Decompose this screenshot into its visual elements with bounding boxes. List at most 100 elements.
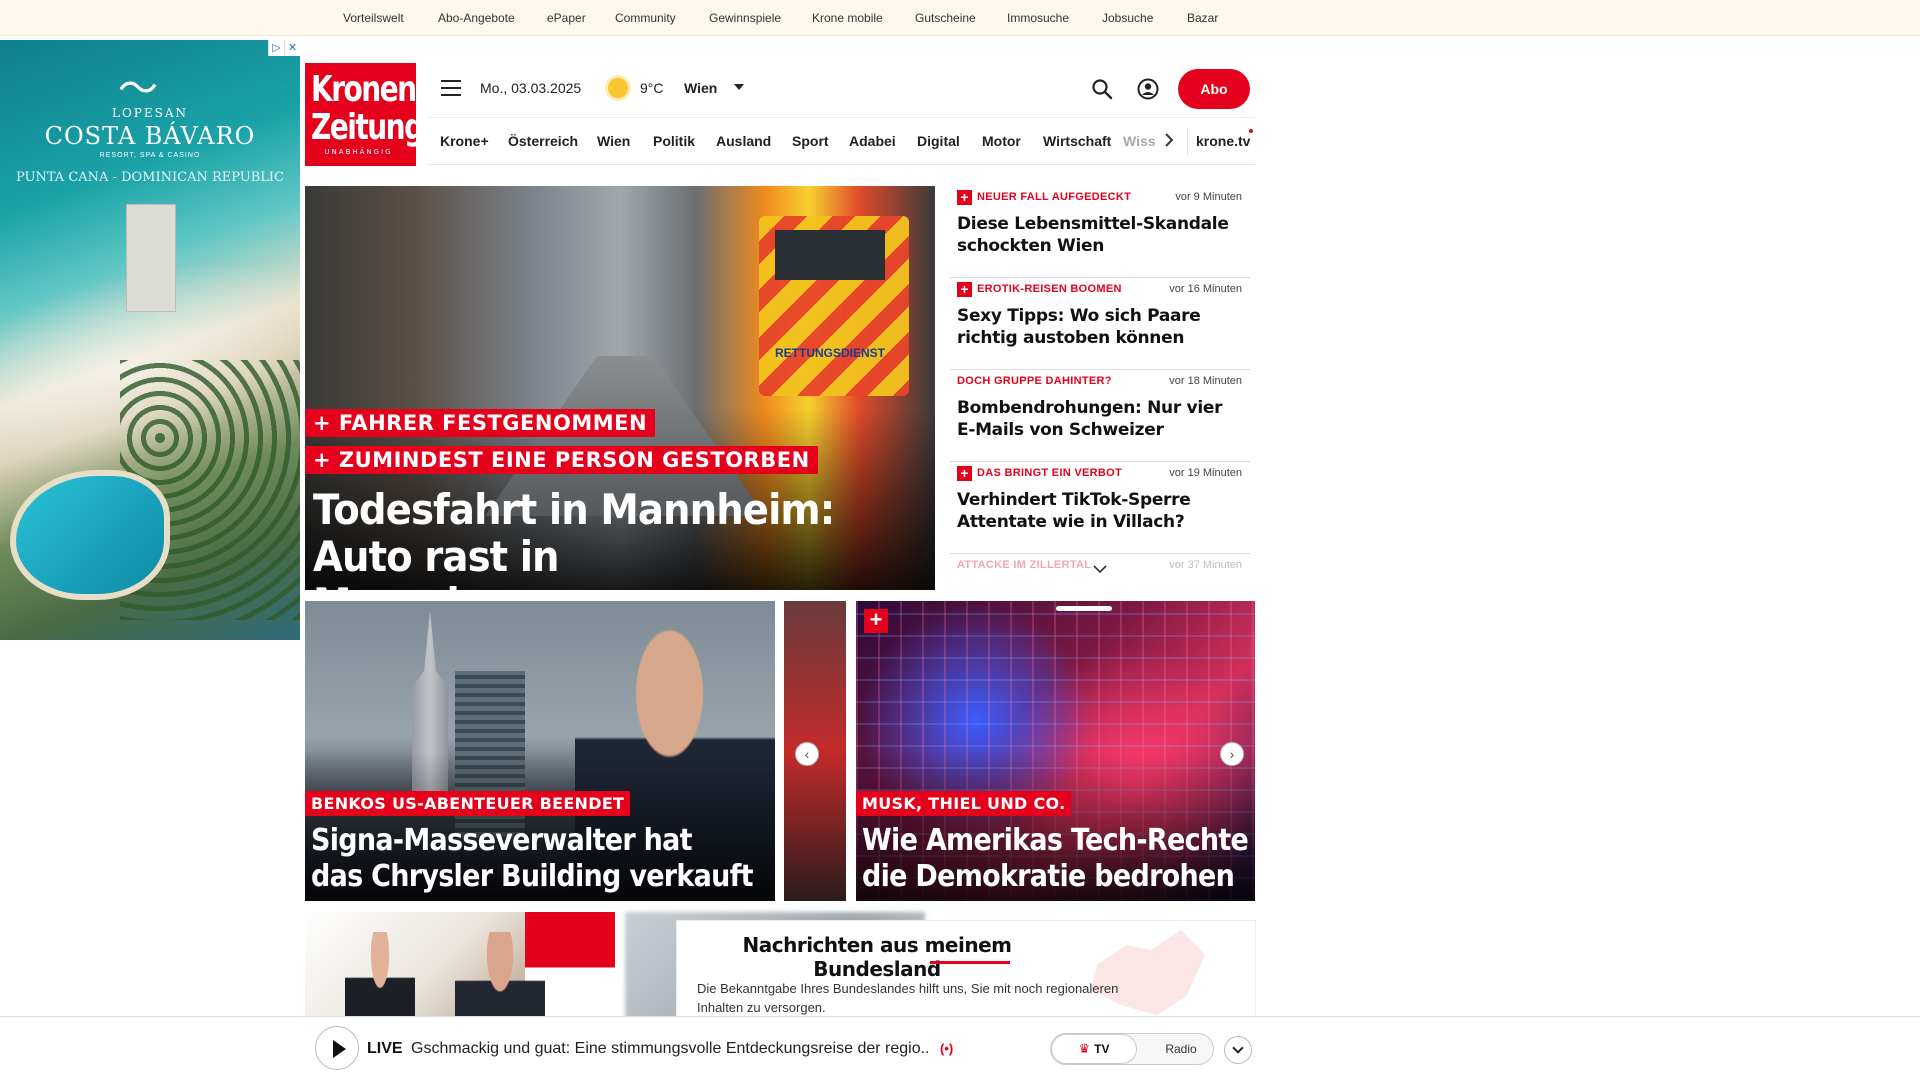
service-link-jobsuche[interactable]: Jobsuche [1102, 11, 1153, 25]
current-date: Mo., 03.03.2025 [480, 80, 582, 96]
user-icon[interactable] [1137, 78, 1159, 100]
logo-line2: Zeitung [311, 107, 424, 148]
adchoices-icon[interactable]: ▷ [268, 40, 284, 56]
play-icon [333, 1040, 346, 1058]
radio-toggle[interactable]: Radio [1151, 1034, 1211, 1064]
nav-item-wirtschaft[interactable]: Wirtschaft [1043, 133, 1111, 149]
card-title[interactable]: Wie Amerikas Tech-Rechte die Demokratie … [862, 823, 1255, 895]
plus-icon: + [957, 466, 972, 481]
nav-item-krone-plus[interactable]: Krone+ [440, 133, 489, 149]
logo-tagline: UNABHÄNGIG [324, 148, 393, 156]
nav-item-digital[interactable]: Digital [917, 133, 960, 149]
ad-banner[interactable]: 〜 LOPESAN COSTA BÁVARO RESORT, SPA & CAS… [0, 40, 300, 640]
ticker-time: vor 19 Minuten [1169, 467, 1242, 479]
card-title-line1: Wie Amerikas Tech-Rechte [862, 823, 1249, 858]
chevron-right-icon[interactable]: › [1220, 742, 1244, 766]
service-link-gutscheine[interactable]: Gutscheine [915, 11, 976, 25]
chevron-down-icon[interactable] [1093, 564, 1107, 574]
card-title-line1: Signa-Masseverwalter hat [311, 823, 693, 858]
player-title[interactable]: Gschmackig und guat: Eine stimmungsvolle… [411, 1040, 931, 1058]
live-player: LIVE Gschmackig und guat: Eine stimmungs… [0, 1016, 1920, 1080]
site-logo[interactable]: Kronen Zeitung UNABHÄNGIG [305, 63, 424, 166]
ticker-item[interactable]: + EROTIK-REISEN BOOMEN vor 16 Minuten Se… [950, 278, 1250, 370]
nav-item-truncated[interactable]: Wiss [1123, 133, 1156, 149]
service-link-epaper[interactable]: ePaper [547, 11, 586, 25]
title-underline [930, 961, 1010, 964]
plus-icon: + [864, 609, 888, 633]
chevron-down-icon[interactable] [1224, 1036, 1252, 1064]
ticker-title[interactable]: Verhindert TikTok-Sperre Attentate wie i… [957, 489, 1242, 533]
lead-headline[interactable]: Todesfahrt in Mannheim: Auto rast in Men… [313, 486, 883, 590]
service-link-bazar[interactable]: Bazar [1187, 11, 1218, 25]
nav-item-ausland[interactable]: Ausland [716, 133, 771, 149]
chevron-down-icon[interactable] [734, 84, 744, 90]
card-title-line2: die Demokratie bedrohen [862, 859, 1235, 894]
nav-item-krone-tv[interactable]: krone.tv [1196, 133, 1250, 149]
nav-item-wien[interactable]: Wien [597, 133, 630, 149]
chevron-right-icon[interactable] [1161, 130, 1177, 150]
ticker-time: vor 9 Minuten [1175, 191, 1242, 203]
temperature: 9°C [640, 80, 664, 96]
ticker-item[interactable]: + NEUER FALL AUFGEDECKT vor 9 Minuten Di… [950, 186, 1250, 278]
service-link-community[interactable]: Community [615, 11, 676, 25]
ticker-kicker: NEUER FALL AUFGEDECKT [977, 191, 1132, 203]
region-text-line1: Die Bekanntgabe Ihres Bundeslandes hilft… [697, 981, 1119, 996]
lead-image-window [775, 230, 885, 280]
service-link-vorteilswelt[interactable]: Vorteilswelt [343, 11, 404, 25]
abo-button[interactable]: Abo [1178, 69, 1250, 109]
nav-item-oesterreich[interactable]: Österreich [508, 133, 578, 149]
adchoices[interactable]: ▷ ✕ [268, 40, 300, 56]
live-label: LIVE [367, 1040, 403, 1057]
ticker-kicker: DOCH GRUPPE DAHINTER? [957, 375, 1112, 387]
ticker-kicker: EROTIK-REISEN BOOMEN [977, 283, 1122, 295]
sun-icon [608, 78, 628, 98]
media-switch[interactable]: ♛ TV Radio [1050, 1033, 1214, 1065]
chevron-left-icon[interactable]: ‹ [795, 742, 819, 766]
ticker-item[interactable]: + DAS BRINGT EIN VERBOT vor 19 Minuten V… [950, 462, 1250, 554]
carousel-card[interactable]: BENKOS US-ABENTEUER BEENDET Signa-Massev… [305, 601, 775, 901]
ad-brand-tag: RESORT, SPA & CASINO [99, 152, 201, 159]
lead-story[interactable]: RETTUNGSDIENST + FAHRER FESTGENOMMEN + Z… [305, 186, 935, 590]
nav-item-motor[interactable]: Motor [982, 133, 1021, 149]
ticker-time: vor 37 Minuten [1169, 559, 1242, 571]
ticker-kicker: DAS BRINGT EIN VERBOT [977, 467, 1123, 479]
plus-icon: + [957, 190, 972, 205]
ad-location: PUNTA CANA - DOMINICAN REPUBLIC [16, 170, 284, 185]
carousel-card[interactable]: + MUSK, THIEL UND CO. Wie Amerikas Tech-… [856, 601, 1255, 901]
close-icon[interactable]: ✕ [284, 40, 300, 56]
ticker-title[interactable]: Sexy Tipps: Wo sich Paare richtig austob… [957, 305, 1242, 349]
nav-item-adabei[interactable]: Adabei [849, 133, 896, 149]
service-link-krone-mobile[interactable]: Krone mobile [812, 11, 883, 25]
card-title[interactable]: Signa-Masseverwalter hat das Chrysler Bu… [311, 823, 761, 895]
card-tag: BENKOS US-ABENTEUER BEENDET [305, 791, 631, 816]
region-title: Nachrichten aus meinem Bundesland [742, 933, 1012, 981]
ad-brand-small: LOPESAN [111, 106, 189, 120]
ticker-title[interactable]: Diese Lebensmittel-Skandale schockten Wi… [957, 213, 1242, 257]
region-text-line2: Inhalten zu versorgen. [697, 1000, 826, 1015]
service-link-abo-angebote[interactable]: Abo-Angebote [438, 11, 515, 25]
service-link-gewinnspiele[interactable]: Gewinnspiele [709, 11, 781, 25]
lead-headline-line1: Todesfahrt in Mannheim: [313, 485, 835, 534]
city-selector[interactable]: Wien [684, 80, 717, 96]
ticker-kicker: ATTACKE IM ZILLERTAL [957, 559, 1092, 571]
ad-brand: COSTA BÁVARO [44, 122, 256, 150]
service-link-immosuche[interactable]: Immosuche [1007, 11, 1069, 25]
broadcast-icon: (•) [940, 1041, 954, 1056]
live-dot [1249, 129, 1253, 133]
logo-line1: Kronen [311, 69, 417, 110]
ticker-title[interactable]: Bombendrohungen: Nur vier E-Mails von Sc… [957, 397, 1242, 441]
play-button[interactable] [315, 1026, 359, 1070]
carousel-indicator[interactable] [1056, 606, 1112, 611]
menu-icon[interactable] [441, 80, 461, 96]
lead-tag-1: + FAHRER FESTGENOMMEN [305, 409, 656, 437]
tv-toggle[interactable]: ♛ TV [1051, 1034, 1137, 1064]
search-icon[interactable] [1091, 78, 1113, 100]
ticker-item[interactable]: DOCH GRUPPE DAHINTER? vor 18 Minuten Bom… [950, 370, 1250, 462]
tv-label: TV [1094, 1042, 1110, 1056]
card-tag: MUSK, THIEL UND CO. [856, 791, 1072, 816]
nav-item-politik[interactable]: Politik [653, 133, 695, 149]
plus-icon: + [957, 282, 972, 297]
nav-item-sport[interactable]: Sport [792, 133, 829, 149]
service-nav: Vorteilswelt Abo-Angebote ePaper Communi… [0, 0, 1920, 36]
ticker-time: vor 18 Minuten [1169, 375, 1242, 387]
